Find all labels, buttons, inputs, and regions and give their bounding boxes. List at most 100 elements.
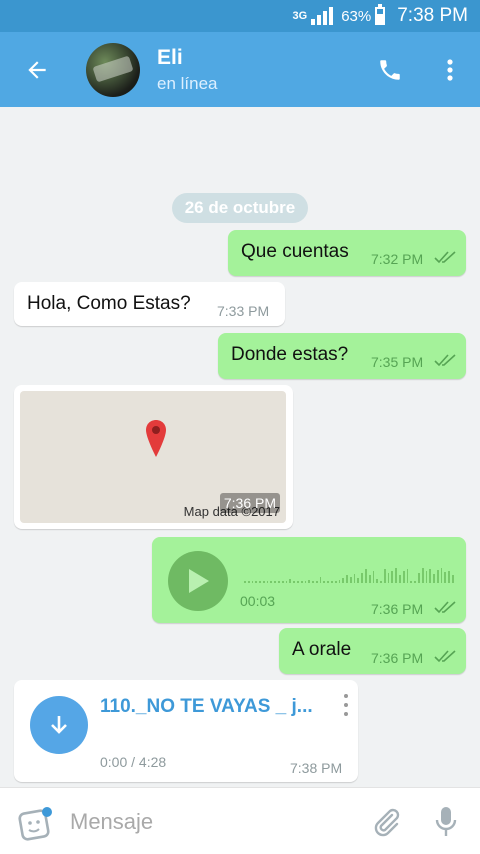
battery-icon bbox=[375, 4, 386, 25]
waveform-bar bbox=[433, 574, 435, 583]
clock: 7:38 PM bbox=[397, 5, 468, 26]
waveform-bar bbox=[334, 581, 337, 583]
message-text: Que cuentas bbox=[241, 241, 349, 262]
audio-file-message[interactable]: 110._NO TE VAYAS _ j... 0:00 / 4:28 7:38… bbox=[14, 680, 358, 782]
waveform-bar bbox=[372, 571, 375, 583]
attach-button[interactable] bbox=[366, 802, 406, 842]
waveform-bar bbox=[304, 581, 307, 583]
contact-name: Eli bbox=[157, 45, 183, 69]
map-thumbnail[interactable]: Map data ©2017 7:36 PM bbox=[20, 391, 286, 523]
waveform-bar bbox=[266, 581, 269, 583]
paperclip-icon bbox=[374, 808, 400, 837]
waveform-bar bbox=[293, 581, 295, 583]
read-check-icon bbox=[434, 601, 456, 614]
waveform-bar bbox=[357, 578, 360, 583]
map-pin-icon bbox=[146, 420, 166, 457]
message-list[interactable]: 26 de octubre Que cuentas 7:32 PM Hola, … bbox=[0, 107, 480, 787]
waveform-bar bbox=[349, 577, 352, 583]
contact-status: en línea bbox=[157, 73, 218, 93]
more-options-button[interactable] bbox=[420, 32, 480, 107]
download-arrow-icon bbox=[51, 716, 67, 734]
battery-percent: 63% bbox=[341, 7, 372, 25]
waveform-bar bbox=[244, 581, 246, 583]
message-bubble-outgoing[interactable]: Que cuentas 7:32 PM bbox=[228, 230, 466, 276]
call-button[interactable] bbox=[360, 32, 420, 107]
waveform-bar bbox=[425, 571, 428, 583]
waveform-bar bbox=[330, 581, 333, 583]
waveform-bar bbox=[380, 581, 382, 583]
waveform-bar bbox=[365, 569, 367, 583]
play-button[interactable] bbox=[168, 551, 228, 611]
waveform-bar bbox=[395, 568, 398, 583]
location-message[interactable]: Map data ©2017 7:36 PM bbox=[14, 385, 293, 529]
phone-icon bbox=[380, 59, 400, 80]
waveform-bar bbox=[417, 573, 420, 583]
waveform-bar bbox=[251, 581, 254, 583]
waveform-bar bbox=[342, 578, 345, 583]
waveform-bar bbox=[410, 581, 413, 583]
waveform-bar bbox=[281, 581, 284, 583]
message-input[interactable] bbox=[70, 804, 350, 840]
message-time: 7:33 PM bbox=[217, 303, 270, 319]
message-time: 7:32 PM bbox=[371, 251, 424, 267]
read-check-icon bbox=[434, 251, 456, 264]
waveform-bar bbox=[376, 579, 379, 583]
sticker-button[interactable] bbox=[18, 806, 54, 842]
waveform-bar bbox=[421, 568, 424, 583]
waveform-bar bbox=[361, 573, 363, 583]
waveform-bar bbox=[300, 581, 303, 583]
waveform-bar bbox=[414, 581, 416, 583]
message-time: 7:38 PM bbox=[290, 760, 343, 776]
message-bubble-outgoing[interactable]: Donde estas? 7:35 PM bbox=[218, 333, 466, 379]
waveform-bar bbox=[247, 581, 250, 583]
network-type: 3G bbox=[292, 10, 308, 22]
file-menu-icon[interactable] bbox=[342, 694, 350, 716]
waveform-bar bbox=[315, 581, 318, 583]
waveform-bar bbox=[391, 571, 394, 583]
waveform-bar bbox=[440, 568, 443, 583]
chat-header: Eli en línea bbox=[0, 32, 480, 107]
message-bubble-outgoing[interactable]: A orale 7:36 PM bbox=[279, 628, 466, 674]
waveform-bar bbox=[285, 581, 288, 583]
waveform-bar bbox=[259, 581, 261, 583]
message-text: Donde estas? bbox=[231, 344, 349, 365]
microphone-button[interactable] bbox=[428, 802, 464, 842]
back-button[interactable] bbox=[0, 32, 74, 107]
waveform-bar bbox=[274, 581, 277, 583]
waveform-bar bbox=[319, 577, 322, 583]
waveform-bar bbox=[387, 573, 390, 583]
audio-file-title[interactable]: 110._NO TE VAYAS _ j... bbox=[100, 696, 313, 718]
waveform-bar bbox=[255, 581, 258, 583]
waveform-bar bbox=[262, 581, 265, 583]
message-time: 7:36 PM bbox=[371, 601, 424, 617]
waveform-bar bbox=[383, 569, 386, 583]
waveform-bar bbox=[402, 571, 405, 583]
avatar[interactable] bbox=[86, 42, 140, 97]
date-separator: 26 de octubre bbox=[172, 193, 308, 223]
status-bar: 3G 63% 7:38 PM bbox=[0, 0, 480, 32]
contact-info[interactable]: Eli en línea bbox=[157, 46, 360, 94]
waveform-bar bbox=[312, 581, 314, 583]
message-text: A orale bbox=[292, 639, 352, 660]
signal-icon bbox=[311, 7, 334, 25]
waveform-bar bbox=[368, 575, 371, 583]
more-vert-icon bbox=[447, 58, 453, 81]
waveform-bar bbox=[451, 575, 454, 583]
waveform-bar bbox=[278, 581, 280, 583]
waveform-bar bbox=[448, 571, 450, 583]
waveform-bar bbox=[296, 581, 299, 583]
waveform-bar bbox=[444, 572, 447, 583]
download-button[interactable] bbox=[30, 696, 88, 754]
waveform-bar bbox=[289, 579, 292, 583]
sticker-icon bbox=[18, 807, 52, 841]
waveform-bar bbox=[399, 575, 401, 583]
message-composer bbox=[0, 787, 480, 854]
message-time: 7:36 PM bbox=[371, 650, 424, 666]
waveform-bar bbox=[406, 569, 409, 583]
waveform-bar bbox=[429, 569, 432, 583]
message-bubble-incoming[interactable]: Hola, Como Estas? 7:33 PM bbox=[14, 282, 285, 326]
voice-waveform[interactable] bbox=[244, 563, 454, 583]
back-arrow-icon bbox=[28, 60, 46, 79]
voice-message[interactable]: 00:03 7:36 PM bbox=[152, 537, 466, 623]
message-time: 7:36 PM bbox=[219, 493, 280, 513]
